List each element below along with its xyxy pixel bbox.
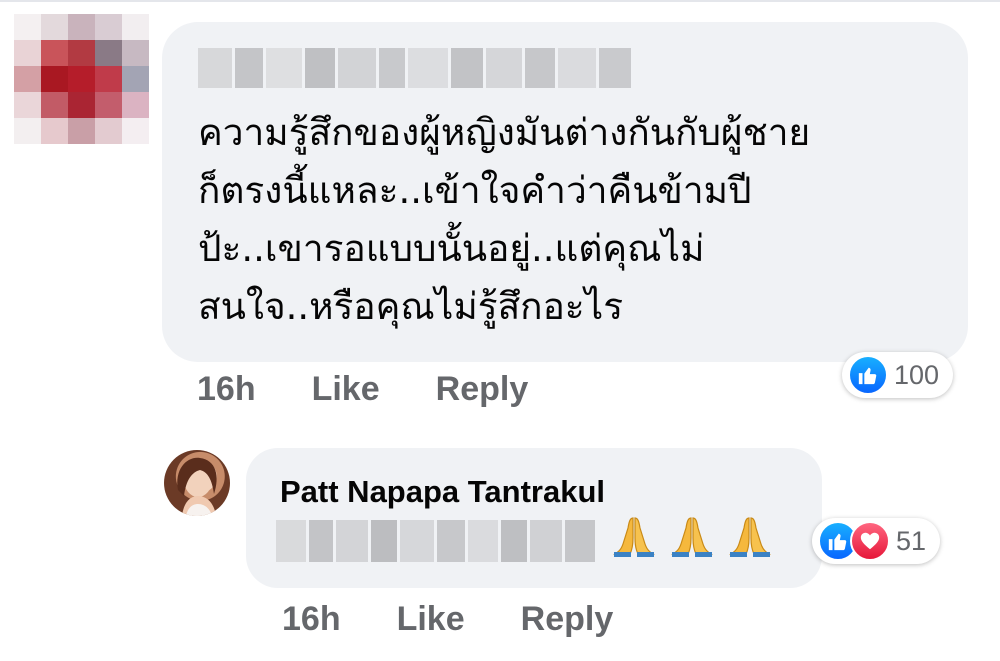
reply-button[interactable]: Reply — [436, 370, 529, 409]
reaction-count: 51 — [896, 525, 927, 556]
comment-text-line: ก็ตรงนี้แหละ..เข้าใจคำว่าคืนข้ามปี — [198, 169, 752, 212]
love-icon — [850, 521, 890, 561]
reply-bubble: Patt Napapa Tantrakul — [246, 448, 822, 588]
top-divider — [0, 0, 1000, 2]
avatar[interactable] — [14, 14, 149, 144]
comment-text: ความรู้สึกของผู้หญิงมันต่างกันกับผู้ชาย … — [198, 104, 938, 336]
folded-hands-icon — [729, 517, 771, 557]
comment-timestamp[interactable]: 16h — [282, 600, 341, 639]
reaction-summary[interactable]: 100 — [842, 352, 954, 398]
blurred-reply-text — [276, 520, 606, 562]
comment-text-line: สนใจ..หรือคุณไม่รู้สึกอะไร — [198, 285, 624, 328]
reply-button[interactable]: Reply — [521, 600, 614, 639]
like-button[interactable]: Like — [312, 370, 380, 409]
comment-text-line: ความรู้สึกของผู้หญิงมันต่างกันกับผู้ชาย — [198, 111, 811, 154]
comment-text-line: ป้ะ..เขารอแบบนั้นอยู่..แต่คุณไม่ — [198, 227, 705, 270]
like-icon — [848, 355, 888, 395]
comment-author-name[interactable]: Patt Napapa Tantrakul — [280, 474, 605, 510]
reaction-summary[interactable]: 51 — [812, 518, 941, 564]
comment-bubble: ความรู้สึกของผู้หญิงมันต่างกันกับผู้ชาย … — [162, 22, 968, 362]
blurred-author-name — [198, 48, 638, 88]
folded-hands-icon — [613, 517, 655, 557]
reaction-count: 100 — [894, 359, 940, 390]
comment-actions: 16h Like Reply — [197, 370, 528, 409]
avatar[interactable] — [164, 450, 230, 516]
reply-emoji-text — [612, 514, 772, 558]
folded-hands-icon — [671, 517, 713, 557]
comment-actions: 16h Like Reply — [282, 600, 613, 639]
like-button[interactable]: Like — [397, 600, 465, 639]
comment-timestamp[interactable]: 16h — [197, 370, 256, 409]
